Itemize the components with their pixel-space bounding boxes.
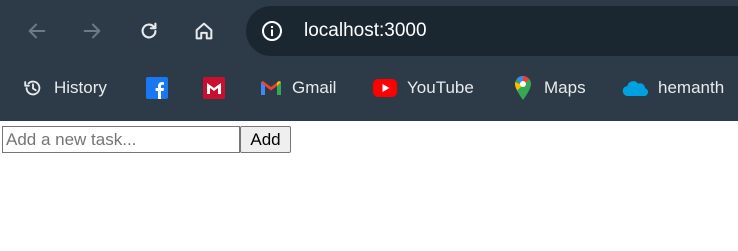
- bookmark-gmail[interactable]: Gmail: [260, 75, 336, 101]
- bookmark-maps[interactable]: Maps: [512, 75, 586, 101]
- reload-button[interactable]: [134, 15, 164, 47]
- address-url: localhost:3000: [304, 20, 427, 41]
- forward-button[interactable]: [77, 15, 107, 47]
- bookmark-mcafee[interactable]: [203, 75, 225, 101]
- bookmark-label: hemanth: [658, 78, 725, 97]
- browser-toolbar: localhost:3000: [0, 0, 738, 62]
- bookmark-label: Gmail: [292, 78, 337, 97]
- bookmark-hemanth[interactable]: hemanth: [622, 75, 724, 101]
- home-button[interactable]: [189, 15, 219, 47]
- address-bar[interactable]: localhost:3000: [246, 6, 738, 56]
- bookmark-label: History: [54, 78, 107, 97]
- browser-chrome: localhost:3000 History Gmail YouTube Map…: [0, 0, 738, 121]
- bookmark-history[interactable]: History: [22, 75, 107, 101]
- facebook-icon: [146, 77, 168, 99]
- forward-arrow-icon: [83, 23, 101, 39]
- back-arrow-icon: [28, 23, 46, 39]
- mcafee-icon: [203, 77, 225, 99]
- bookmark-label: Maps: [544, 78, 586, 97]
- youtube-icon: [373, 77, 397, 99]
- site-info-icon[interactable]: [260, 19, 284, 43]
- bookmarks-bar: History Gmail YouTube Maps hemanth: [0, 62, 738, 114]
- bookmark-facebook[interactable]: [146, 75, 168, 101]
- gmail-icon: [260, 77, 282, 99]
- reload-icon: [141, 22, 157, 39]
- back-button[interactable]: [22, 15, 52, 47]
- home-icon: [195, 22, 213, 40]
- bookmark-label: YouTube: [407, 78, 474, 97]
- bookmark-youtube[interactable]: YouTube: [373, 75, 474, 101]
- new-task-input[interactable]: [2, 126, 240, 153]
- history-icon: [22, 77, 44, 99]
- cloud-icon: [622, 77, 648, 99]
- maps-icon: [512, 76, 534, 100]
- add-task-button[interactable]: Add: [240, 126, 291, 153]
